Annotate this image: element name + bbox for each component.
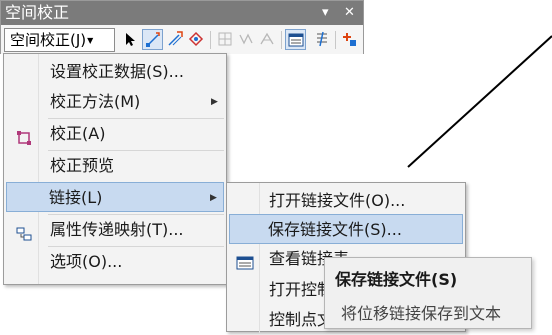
menu-button-label: 空间校正(J) — [10, 31, 87, 49]
toolbar-title: 空间校正 — [5, 3, 70, 22]
submenu-arrow-icon: ▶ — [211, 97, 218, 107]
displacement-link-icon[interactable] — [236, 29, 257, 50]
grid-link-icon[interactable] — [257, 29, 278, 50]
spatial-adjustment-toolbar: 空间校正 ▾ ✕ 空间校正(J)▼ — [0, 0, 364, 54]
chevron-down-icon: ▼ — [87, 35, 94, 45]
menu-item-links[interactable]: 链接(L) ▶ — [6, 182, 224, 212]
menu-item-options[interactable]: 选项(O)... — [6, 247, 224, 277]
link-table-icon[interactable] — [285, 29, 306, 50]
select-arrow-icon[interactable] — [120, 29, 141, 50]
menu-item-label: 校正(A) — [50, 124, 106, 143]
attribute-transfer-icon[interactable] — [339, 29, 360, 50]
toolbar-separator — [210, 31, 211, 49]
submenu-arrow-icon: ▶ — [210, 193, 217, 203]
toolbar-separator — [335, 31, 336, 49]
attribute-mapping-icon — [16, 222, 32, 241]
multi-link-icon[interactable] — [165, 29, 186, 50]
tooltip-description: 将位移链接保存到文本 — [341, 304, 502, 323]
menu-item-attribute-transfer-mapping[interactable]: 属性传递映射(T)... — [6, 215, 224, 245]
spatial-adjustment-dropdown-menu: 设置校正数据(S)... 校正方法(M) ▶ 校正(A) 校正预览 链接(L) … — [3, 53, 227, 285]
menu-item-set-adjust-data[interactable]: 设置校正数据(S)... — [6, 57, 224, 87]
limited-adjust-icon[interactable] — [215, 29, 236, 50]
link-table-icon — [236, 251, 254, 270]
menu-item-label: 校正预览 — [50, 156, 115, 175]
identity-link-icon[interactable] — [186, 29, 207, 50]
menu-item-label: 校正方法(M) — [50, 92, 141, 111]
submenu-item-open-link-file[interactable]: 打开链接文件(O)... — [229, 186, 463, 216]
menu-item-label: 保存链接文件(S)... — [268, 220, 402, 239]
menu-item-label: 设置校正数据(S)... — [50, 62, 184, 81]
menu-item-label: 打开链接文件(O)... — [269, 191, 406, 210]
menu-item-adjust-method[interactable]: 校正方法(M) ▶ — [6, 87, 224, 117]
close-icon[interactable]: ✕ — [344, 1, 355, 25]
adjust-icon — [16, 126, 32, 145]
spatial-adjustment-menu-button[interactable]: 空间校正(J)▼ — [4, 28, 115, 52]
menu-item-adjust-preview[interactable]: 校正预览 — [6, 151, 224, 181]
toolbar-titlebar[interactable]: 空间校正 ▾ ✕ — [1, 1, 363, 25]
tooltip-title: 保存链接文件(S) — [335, 270, 458, 289]
menu-item-adjust[interactable]: 校正(A) — [6, 119, 224, 149]
submenu-item-save-link-file[interactable]: 保存链接文件(S)... — [229, 214, 463, 244]
menu-item-label: 选项(O)... — [50, 252, 123, 271]
tooltip: 保存链接文件(S) 将位移链接保存到文本 — [324, 257, 532, 329]
menu-item-label: 链接(L) — [49, 188, 103, 207]
adjust-preview-icon[interactable] — [312, 29, 333, 50]
toolbar-body: 空间校正(J)▼ — [1, 25, 363, 54]
new-link-icon[interactable] — [142, 29, 163, 50]
menu-item-label: 属性传递映射(T)... — [50, 220, 184, 239]
toolbar-options-icon[interactable]: ▾ — [322, 1, 329, 25]
toolbar-separator — [281, 31, 282, 49]
